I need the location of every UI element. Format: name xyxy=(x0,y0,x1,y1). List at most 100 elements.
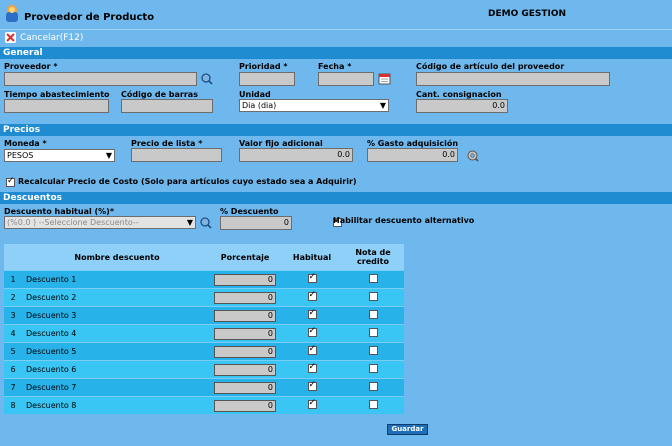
row-number: 1 xyxy=(4,270,22,289)
porcentaje-input[interactable]: 0 xyxy=(214,345,276,358)
row-number: 7 xyxy=(4,378,22,397)
row-porcentaje-cell: 0 xyxy=(208,288,282,307)
barras-input[interactable] xyxy=(121,99,213,113)
moneda-select[interactable]: PESOS ▼ xyxy=(4,149,115,162)
row-nota-cell xyxy=(342,288,404,307)
cancel-icon xyxy=(5,32,16,43)
table-row: 1 Descuento 1 0 xyxy=(4,270,404,289)
nota-credito-checkbox[interactable] xyxy=(368,292,378,301)
codigo-articulo-input[interactable] xyxy=(416,72,610,86)
search-icon[interactable] xyxy=(200,72,213,85)
page-title: Proveedor de Producto xyxy=(24,12,155,23)
nota-credito-checkbox[interactable] xyxy=(368,382,378,391)
row-habitual-cell xyxy=(282,342,342,361)
col-nombre: Nombre descuento xyxy=(22,244,208,271)
row-name: Descuento 2 xyxy=(22,288,208,307)
row-habitual-cell xyxy=(282,324,342,343)
porcentaje-input[interactable]: 0 xyxy=(214,273,276,286)
nota-credito-checkbox[interactable] xyxy=(368,364,378,373)
table-row: 3 Descuento 3 0 xyxy=(4,306,404,325)
guardar-button[interactable]: Guardar xyxy=(387,424,428,435)
valor-fijo-label: Valor fijo adicional xyxy=(239,139,323,148)
chevron-down-icon: ▼ xyxy=(186,218,193,227)
row-name: Descuento 4 xyxy=(22,324,208,343)
nota-credito-checkbox[interactable] xyxy=(368,400,378,409)
habitual-checkbox[interactable] xyxy=(307,380,317,391)
pct-descuento-input[interactable]: 0 xyxy=(220,216,292,230)
company-name: DEMO GESTION xyxy=(488,9,567,19)
habitual-checkbox[interactable] xyxy=(307,290,317,301)
search-icon[interactable] xyxy=(199,216,212,229)
moneda-value: PESOS xyxy=(7,151,34,160)
gasto-input[interactable]: 0.0 xyxy=(367,148,458,162)
row-habitual-cell xyxy=(282,360,342,379)
row-porcentaje-cell: 0 xyxy=(208,360,282,379)
prioridad-input[interactable] xyxy=(239,72,295,86)
descuento-habitual-select[interactable]: (%0.0 ) --Seleccione Descuento-- ▼ xyxy=(4,216,196,229)
habitual-checkbox[interactable] xyxy=(307,308,317,319)
habitual-checkbox[interactable] xyxy=(307,362,317,373)
habitual-checkbox[interactable] xyxy=(307,272,317,283)
row-number: 6 xyxy=(4,360,22,379)
row-nota-cell xyxy=(342,396,404,414)
porcentaje-input[interactable]: 0 xyxy=(214,327,276,340)
porcentaje-input[interactable]: 0 xyxy=(214,399,276,412)
pct-descuento-label: % Descuento xyxy=(220,207,279,216)
row-name: Descuento 7 xyxy=(22,378,208,397)
fecha-label: Fecha * xyxy=(318,62,352,71)
row-habitual-cell xyxy=(282,306,342,325)
recalcular-checkbox[interactable] xyxy=(6,176,15,187)
row-number: 2 xyxy=(4,288,22,307)
habitual-checkbox[interactable] xyxy=(307,344,317,355)
row-habitual-cell xyxy=(282,288,342,307)
nota-credito-checkbox[interactable] xyxy=(368,274,378,283)
gasto-label: % Gasto adquisición xyxy=(367,139,459,148)
nota-credito-checkbox[interactable] xyxy=(368,310,378,319)
unidad-select[interactable]: Dia (dia) ▼ xyxy=(239,99,389,112)
table-row: 8 Descuento 8 0 xyxy=(4,396,404,414)
recalcular-label: Recalcular Precio de Costo (Solo para ar… xyxy=(18,177,357,186)
row-nota-cell xyxy=(342,360,404,379)
habitual-checkbox[interactable] xyxy=(307,326,317,337)
row-name: Descuento 1 xyxy=(22,270,208,289)
fecha-input[interactable] xyxy=(318,72,374,86)
nota-credito-checkbox[interactable] xyxy=(368,346,378,355)
barras-label: Código de barras xyxy=(121,90,198,99)
precio-lista-input[interactable] xyxy=(131,148,222,162)
row-nota-cell xyxy=(342,342,404,361)
cancel-button[interactable]: Cancelar(F12) xyxy=(4,31,83,44)
descuento-habitual-value: (%0.0 ) --Seleccione Descuento-- xyxy=(7,218,139,227)
row-porcentaje-cell: 0 xyxy=(208,306,282,325)
table-row: 2 Descuento 2 0 xyxy=(4,288,404,307)
chevron-down-icon: ▼ xyxy=(379,101,386,110)
habitual-checkbox[interactable] xyxy=(307,398,317,409)
col-num xyxy=(4,244,22,271)
proveedor-input[interactable] xyxy=(4,72,197,86)
table-row: 5 Descuento 5 0 xyxy=(4,342,404,361)
porcentaje-input[interactable]: 0 xyxy=(214,363,276,376)
row-name: Descuento 5 xyxy=(22,342,208,361)
col-nota-credito: Nota de credito xyxy=(342,244,404,271)
tiempo-input[interactable] xyxy=(4,99,109,113)
porcentaje-input[interactable]: 0 xyxy=(214,291,276,304)
porcentaje-input[interactable]: 0 xyxy=(214,309,276,322)
row-number: 4 xyxy=(4,324,22,343)
section-descuentos-header: Descuentos xyxy=(0,192,672,204)
row-habitual-cell xyxy=(282,396,342,414)
valor-fijo-input[interactable]: 0.0 xyxy=(239,148,353,162)
row-nota-cell xyxy=(342,270,404,289)
row-number: 8 xyxy=(4,396,22,414)
cancel-label: Cancelar(F12) xyxy=(20,32,84,43)
app-icon xyxy=(6,5,18,22)
wrench-icon[interactable] xyxy=(466,149,479,162)
row-habitual-cell xyxy=(282,378,342,397)
nota-credito-checkbox[interactable] xyxy=(368,328,378,337)
calendar-icon[interactable] xyxy=(378,72,391,85)
descuentos-table: Nombre descuento Porcentaje Habitual Not… xyxy=(4,244,404,414)
row-name: Descuento 6 xyxy=(22,360,208,379)
porcentaje-input[interactable]: 0 xyxy=(214,381,276,394)
table-row: 6 Descuento 6 0 xyxy=(4,360,404,379)
row-number: 3 xyxy=(4,306,22,325)
row-name: Descuento 3 xyxy=(22,306,208,325)
consignacion-input[interactable]: 0.0 xyxy=(416,99,508,113)
